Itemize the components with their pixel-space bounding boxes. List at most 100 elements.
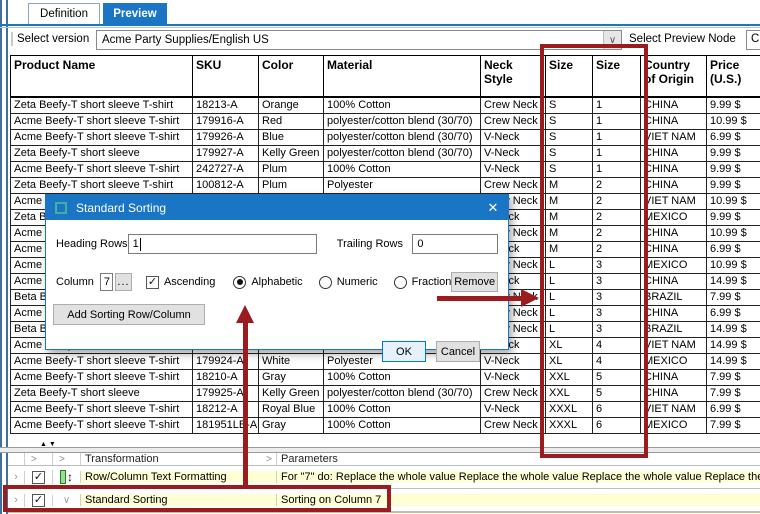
- transformation-params-cell[interactable]: Sorting on Column 7: [276, 494, 760, 506]
- table-cell: 18210-A: [193, 369, 259, 385]
- table-cell: 9.99 $: [707, 145, 760, 161]
- heading-rows-label: Heading Rows: [56, 238, 128, 250]
- table-cell: 14.99 $: [707, 273, 760, 289]
- table-cell: V-Neck: [481, 129, 546, 145]
- table-cell: Plum: [259, 161, 324, 177]
- radio-dot: [237, 279, 243, 285]
- table-row: Zeta Beefy-T short sleeve T-shirt18213-A…: [11, 97, 760, 114]
- table-cell: 9.99 $: [707, 97, 760, 114]
- table-cell: MEXICO: [641, 417, 707, 433]
- table-cell: L: [546, 305, 593, 321]
- tab-preview[interactable]: Preview: [103, 3, 167, 24]
- table-cell: 14.99 $: [707, 337, 760, 353]
- select-preview-node-value[interactable]: Current: [746, 30, 760, 50]
- close-icon[interactable]: ✕: [478, 200, 508, 216]
- table-row: Zeta Beefy-T short sleeve T-shirt100812-…: [11, 177, 760, 193]
- table-cell: S: [546, 161, 593, 177]
- cancel-button[interactable]: Cancel: [436, 341, 480, 362]
- select-version-dropdown[interactable]: Acme Party Supplies/English US ∨: [96, 30, 622, 50]
- table-cell: M: [546, 209, 593, 225]
- ok-button[interactable]: OK: [382, 341, 426, 362]
- table-cell: Acme Beefy-T short sleeve T-shirt: [11, 401, 193, 417]
- row-column-format-icon: ↕: [60, 470, 73, 484]
- browse-column-button[interactable]: ...: [115, 273, 132, 291]
- table-cell: 179926-A: [193, 129, 259, 145]
- table-cell: 3: [593, 257, 641, 273]
- transformation-row-text-formatting[interactable]: › ✓ ↕ Row/Column Text Formatting For "7"…: [8, 466, 760, 489]
- dialog-titlebar[interactable]: Standard Sorting ✕: [46, 195, 508, 220]
- transformation-params-cell[interactable]: For "7" do: Replace the whole value Repl…: [276, 471, 760, 483]
- alphabetic-radio[interactable]: [233, 276, 246, 289]
- table-cell: 100% Cotton: [324, 161, 481, 177]
- table-cell: 7.99 $: [707, 369, 760, 385]
- tab-definition[interactable]: Definition: [28, 3, 100, 24]
- table-cell: polyester/cotton blend (30/70): [324, 113, 481, 129]
- table-cell: XXXL: [546, 417, 593, 433]
- table-cell: 181951LB-A: [193, 417, 259, 433]
- table-cell: Royal Blue: [259, 401, 324, 417]
- table-cell: 1: [593, 97, 641, 114]
- table-cell: MEXICO: [641, 257, 707, 273]
- fraction-radio[interactable]: [394, 276, 407, 289]
- table-cell: VIET NAM: [641, 193, 707, 209]
- numeric-radio[interactable]: [319, 276, 332, 289]
- column-input[interactable]: 7: [100, 273, 113, 291]
- transformation-name-cell[interactable]: Row/Column Text Formatting: [80, 471, 276, 483]
- table-cell: 179916-A: [193, 113, 259, 129]
- table-cell: 10.99 $: [707, 193, 760, 209]
- table-cell: MEXICO: [641, 209, 707, 225]
- table-cell: Acme Beefy-T short sleeve T-shirt: [11, 129, 193, 145]
- table-cell: 5: [593, 385, 641, 401]
- ascending-checkbox[interactable]: ✓: [146, 276, 159, 289]
- table-cell: polyester/cotton blend (30/70): [324, 145, 481, 161]
- table-cell: 3: [593, 273, 641, 289]
- chevron-down-icon[interactable]: ∨: [63, 495, 70, 506]
- table-cell: 6: [593, 401, 641, 417]
- table-cell: V-Neck: [481, 353, 546, 369]
- table-cell: Acme Beefy-T short sleeve T-shirt: [11, 417, 193, 433]
- table-cell: V-Neck: [481, 145, 546, 161]
- table-cell: 1: [593, 129, 641, 145]
- header-chevron-icon: >: [24, 453, 52, 465]
- table-cell: Zeta Beefy-T short sleeve T-shirt: [11, 97, 193, 114]
- table-cell: Acme Beefy-T short sleeve T-shirt: [11, 161, 193, 177]
- table-cell: Plum: [259, 177, 324, 193]
- table-cell: 9.99 $: [707, 177, 760, 193]
- table-cell: XXL: [546, 385, 593, 401]
- table-cell: Kelly Green: [259, 145, 324, 161]
- heading-rows-input[interactable]: 1: [128, 234, 317, 254]
- select-version-value: Acme Party Supplies/English US: [97, 34, 603, 46]
- chevron-down-icon[interactable]: ∨: [603, 31, 621, 49]
- table-cell: Zeta Beefy-T short sleeve: [11, 385, 193, 401]
- text-caret: [140, 238, 141, 251]
- table-cell: 100% Cotton: [324, 97, 481, 114]
- table-cell: CHINA: [641, 161, 707, 177]
- table-cell: V-Neck: [481, 401, 546, 417]
- row-enabled-checkbox[interactable]: ✓: [32, 471, 45, 484]
- table-cell: 9.99 $: [707, 209, 760, 225]
- transformation-name-cell[interactable]: Standard Sorting: [80, 494, 276, 506]
- header-chevron-icon: >: [52, 453, 80, 465]
- trailing-rows-label: Trailing Rows: [337, 238, 413, 250]
- table-cell: L: [546, 289, 593, 305]
- table-cell: 6.99 $: [707, 241, 760, 257]
- table-cell: CHINA: [641, 177, 707, 193]
- row-enabled-checkbox[interactable]: ✓: [32, 494, 45, 507]
- dialog-app-icon: [55, 202, 67, 214]
- transformation-row-standard-sorting[interactable]: › ✓ ∨ Standard Sorting Sorting on Column…: [8, 489, 760, 512]
- dialog-title: Standard Sorting: [76, 201, 478, 215]
- remove-button[interactable]: Remove: [451, 272, 498, 292]
- add-sorting-row-column-button[interactable]: Add Sorting Row/Column: [53, 304, 205, 325]
- row-expander-icon[interactable]: ›: [8, 494, 24, 506]
- trailing-rows-input[interactable]: 0: [412, 234, 498, 254]
- transformation-panel-header: > > Transformation > Parameters: [8, 453, 760, 466]
- column-label: Column: [56, 276, 94, 288]
- table-cell: S: [546, 113, 593, 129]
- table-row: Acme Beefy-T short sleeve T-shirt181951L…: [11, 417, 760, 433]
- row-expander-icon[interactable]: ›: [8, 471, 24, 483]
- table-cell: Acme Beefy-T short sleeve T-shirt: [11, 113, 193, 129]
- table-cell: V-Neck: [481, 369, 546, 385]
- table-cell: 6.99 $: [707, 401, 760, 417]
- table-cell: Gray: [259, 417, 324, 433]
- table-cell: S: [546, 145, 593, 161]
